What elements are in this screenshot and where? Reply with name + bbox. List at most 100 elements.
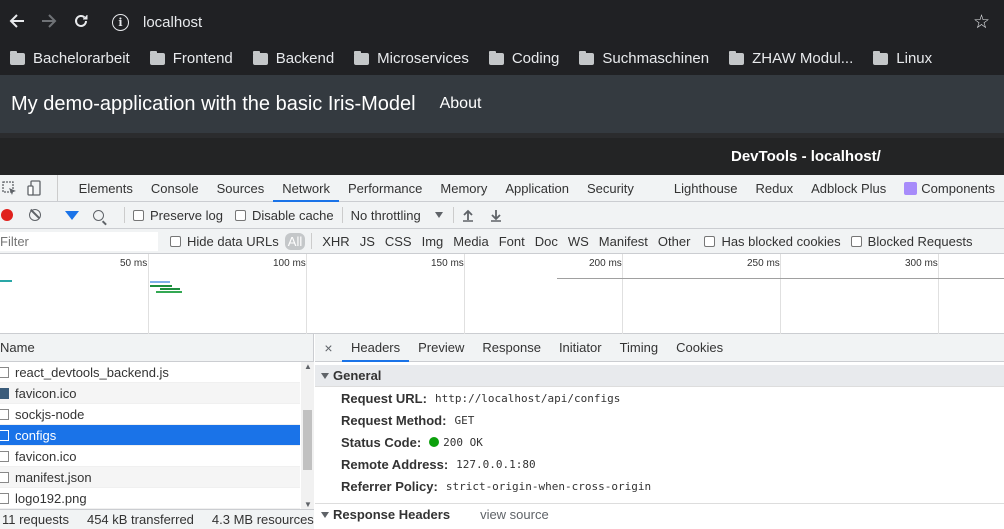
request-row[interactable]: manifest.json [0, 467, 300, 488]
search-icon[interactable] [93, 209, 104, 221]
filter-type-manifest[interactable]: Manifest [595, 234, 652, 249]
request-row[interactable]: logo192.png [0, 488, 300, 509]
view-source-link[interactable]: view source [480, 507, 549, 522]
tab-lighthouse[interactable]: Lighthouse [665, 175, 747, 201]
tab-performance[interactable]: Performance [339, 175, 431, 201]
forward-button[interactable] [33, 5, 65, 37]
timeline-tick-label: 50 ms [120, 258, 148, 269]
filter-icon[interactable] [65, 210, 79, 220]
back-button[interactable] [1, 5, 33, 37]
tab-application[interactable]: Application [496, 175, 578, 201]
filter-type-img[interactable]: Img [418, 234, 448, 249]
network-overview[interactable]: 50 ms 100 ms 150 ms 200 ms 250 ms 300 ms [0, 254, 1004, 334]
status-code-value: 200 OK [443, 435, 483, 449]
export-har-icon[interactable] [490, 209, 502, 222]
request-row[interactable]: favicon.ico [0, 446, 300, 467]
folder-icon [354, 50, 370, 65]
folder-icon [149, 50, 165, 65]
disable-cache-label: Disable cache [251, 207, 334, 223]
filter-type-all[interactable]: All [284, 232, 306, 250]
request-url-row: Request URL: http://localhost/api/configs [315, 387, 1004, 409]
filter-type-xhr[interactable]: XHR [318, 234, 353, 249]
devtools-window-title: DevTools - localhost/ [0, 138, 1004, 175]
scroll-up-icon[interactable]: ▲ [304, 362, 312, 371]
request-row[interactable]: sockjs-node [0, 404, 300, 425]
referrer-policy-row: Referrer Policy: strict-origin-when-cross… [315, 475, 1004, 497]
tab-redux[interactable]: Redux [747, 175, 803, 201]
tab-sources[interactable]: Sources [208, 175, 274, 201]
request-list-scrollbar[interactable]: ▲ ▼ [301, 362, 314, 509]
forward-arrow-icon [42, 14, 57, 28]
bookmark-folder[interactable]: Backend [252, 50, 334, 67]
app-brand[interactable]: My demo-application with the basic Iris-… [11, 93, 416, 116]
request-row[interactable]: favicon.ico [0, 383, 300, 404]
filter-input[interactable] [0, 231, 158, 251]
close-icon[interactable]: × [315, 334, 342, 361]
bookmark-folder[interactable]: ZHAW Modul... [729, 50, 853, 67]
scrollbar-thumb[interactable] [303, 410, 312, 470]
hide-data-urls-checkbox[interactable]: Hide data URLs [170, 234, 279, 249]
general-section-header[interactable]: General [315, 365, 1004, 387]
filter-type-js[interactable]: JS [356, 234, 379, 249]
preserve-log-checkbox[interactable]: Preserve log [133, 208, 223, 223]
image-file-icon [0, 388, 9, 399]
device-toolbar-icon[interactable] [27, 180, 42, 196]
tab-security[interactable]: Security [578, 175, 643, 201]
tab-memory[interactable]: Memory [431, 175, 496, 201]
tab-cookies[interactable]: Cookies [667, 334, 732, 361]
site-info-icon[interactable]: i [112, 13, 129, 31]
blocked-requests-checkbox[interactable]: Blocked Requests [850, 234, 972, 249]
filter-type-font[interactable]: Font [495, 234, 529, 249]
remote-address-row: Remote Address: 127.0.0.1:80 [315, 453, 1004, 475]
throttling-select[interactable]: No throttling [351, 208, 443, 223]
bookmark-folder[interactable]: Linux [873, 50, 932, 67]
bookmark-folder[interactable]: Coding [488, 50, 559, 67]
disable-cache-checkbox[interactable]: Disable cache [234, 207, 334, 223]
record-icon[interactable] [1, 209, 13, 221]
tab-response[interactable]: Response [473, 334, 550, 361]
reload-button[interactable] [65, 5, 97, 37]
timeline-tick-label: 300 ms [905, 258, 938, 269]
timeline-tick-label: 200 ms [589, 258, 622, 269]
request-row-selected[interactable]: configs [0, 425, 300, 446]
inspect-element-icon[interactable] [2, 180, 17, 196]
filter-type-css[interactable]: CSS [381, 234, 416, 249]
tab-headers[interactable]: Headers [342, 334, 410, 362]
bookmark-folder[interactable]: Bachelorarbeit [10, 50, 130, 67]
scroll-down-icon[interactable]: ▼ [304, 500, 312, 509]
tab-console[interactable]: Console [142, 175, 208, 201]
status-code-label: Status Code: [341, 434, 422, 450]
bookmarks-bar: Bachelorarbeit Frontend Backend Microser… [0, 42, 1004, 75]
request-row[interactable]: react_devtools_backend.js [0, 362, 300, 383]
tab-adblock-plus[interactable]: Adblock Plus [802, 175, 895, 201]
hide-data-urls-label: Hide data URLs [187, 233, 279, 249]
request-detail-panel: × Headers Preview Response Initiator Tim… [315, 334, 1004, 529]
timeline-gridline [306, 254, 307, 334]
tab-network[interactable]: Network [273, 175, 339, 202]
tab-timing[interactable]: Timing [611, 334, 668, 361]
tab-preview[interactable]: Preview [409, 334, 473, 361]
import-har-icon[interactable] [462, 209, 474, 222]
column-header-name[interactable]: Name [0, 334, 313, 362]
filter-type-media[interactable]: Media [449, 234, 492, 249]
browser-toolbar: i localhost ☆ [0, 0, 1004, 42]
file-icon [0, 367, 9, 378]
address-bar[interactable]: i localhost ☆ [100, 7, 1004, 37]
tab-initiator[interactable]: Initiator [550, 334, 611, 361]
bookmark-star-icon[interactable]: ☆ [973, 11, 990, 34]
filter-type-ws[interactable]: WS [564, 234, 593, 249]
timeline-request-bar [156, 291, 182, 293]
filter-type-doc[interactable]: Doc [531, 234, 562, 249]
filter-type-other[interactable]: Other [654, 234, 695, 249]
tab-components[interactable]: Components [895, 175, 1004, 201]
bookmark-label: ZHAW Modul... [752, 50, 854, 67]
bookmark-folder[interactable]: Frontend [149, 50, 233, 67]
tab-elements[interactable]: Elements [70, 175, 142, 201]
clear-icon[interactable] [29, 209, 41, 221]
has-blocked-cookies-checkbox[interactable]: Has blocked cookies [704, 234, 841, 249]
response-headers-section-header[interactable]: Response Headers view source [315, 503, 1004, 525]
bookmark-folder[interactable]: Microservices [354, 50, 469, 67]
file-icon [0, 451, 9, 462]
bookmark-folder[interactable]: Suchmaschinen [579, 50, 709, 67]
nav-link-about[interactable]: About [440, 95, 482, 113]
